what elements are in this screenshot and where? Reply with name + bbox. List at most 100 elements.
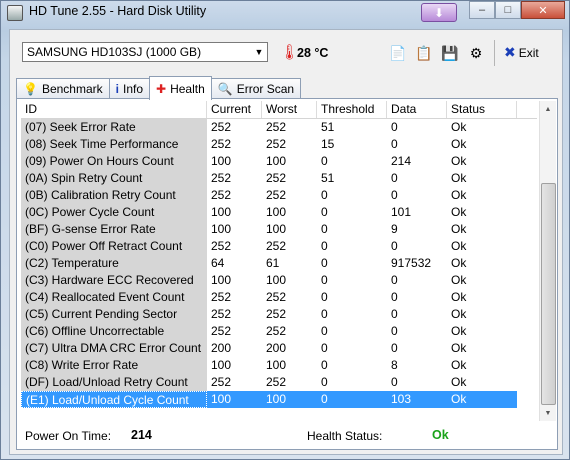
drive-select[interactable]: SAMSUNG HD103SJ (1000 GB) ▼ [22,42,268,62]
temperature-readout: 28 °C [297,46,329,60]
cell-worst: 100 [266,154,287,168]
copy-screenshot-icon[interactable]: 📋 [413,42,435,64]
cell-status: Ok [451,188,467,202]
app-window: HD Tune 2.55 - Hard Disk Utility ⬇ – □ ✕… [0,0,570,460]
table-row[interactable]: (C6) Offline Uncorrectable 252 252 0 0 Ok [21,323,537,340]
cell-current: 100 [211,205,232,219]
cell-status: Ok [451,290,467,304]
table-row[interactable]: (0B) Calibration Retry Count 252 252 0 0 Ok [21,187,537,204]
vertical-scrollbar[interactable]: ▲ ▼ [539,101,556,421]
cell-status: Ok [451,205,467,219]
cell-data: 0 [391,188,398,202]
cell-worst: 100 [266,205,287,219]
cell-worst: 252 [266,307,287,321]
minimize-button[interactable]: – [469,1,495,19]
app-icon [7,5,23,21]
table-row[interactable]: (C5) Current Pending Sector 252 252 0 0 Ok [21,306,537,323]
cell-status: Ok [447,391,517,408]
cell-threshold: 0 [321,205,328,219]
download-arrow-icon[interactable]: ⬇ [421,3,457,22]
copy-text-icon[interactable]: 📄 [387,42,409,64]
health-cross-icon: ✚ [156,81,167,96]
table-row[interactable]: (C2) Temperature 64 61 0 917532 Ok [21,255,537,272]
cell-current: 100 [211,273,232,287]
cell-current: 252 [211,290,232,304]
cell-threshold: 0 [321,188,328,202]
table-row[interactable]: (C3) Hardware ECC Recovered 100 100 0 0 Ok [21,272,537,289]
cell-status: Ok [451,307,467,321]
cell-data: 0 [391,137,398,151]
column-header-threshold[interactable]: Threshold [317,101,387,118]
cell-worst: 100 [266,273,287,287]
cell-current: 100 [211,358,232,372]
cell-data: 0 [391,375,398,389]
tab-health[interactable]: ✚ Health [149,76,212,100]
table-row[interactable]: (E1) Load/Unload Cycle Count 100 100 0 103 Ok [21,391,537,408]
column-header-data[interactable]: Data [387,101,447,118]
table-row[interactable]: (BF) G-sense Error Rate 100 100 0 9 Ok [21,221,537,238]
chevron-down-icon[interactable]: ▼ [251,47,267,57]
table-row[interactable]: (C0) Power Off Retract Count 252 252 0 0 Ok [21,238,537,255]
cell-status: Ok [451,324,467,338]
close-button[interactable]: ✕ [521,1,565,19]
column-header-status[interactable]: Status [447,101,517,118]
column-header-worst[interactable]: Worst [262,101,317,118]
exit-button[interactable]: ✖ Exit [504,44,539,61]
cell-worst: 100 [266,358,287,372]
table-row[interactable]: (0C) Power Cycle Count 100 100 0 101 Ok [21,204,537,221]
toolbar-separator [494,40,495,66]
info-icon: i [115,82,119,96]
cell-worst: 61 [266,256,280,270]
cell-threshold: 0 [321,324,328,338]
cell-id: (C2) Temperature [21,255,207,272]
cell-id: (07) Seek Error Rate [21,119,207,136]
table-row[interactable]: (08) Seek Time Performance 252 252 15 0 Ok [21,136,537,153]
cell-status: Ok [451,273,467,287]
table-row[interactable]: (C4) Reallocated Event Count 252 252 0 0 Ok [21,289,537,306]
cell-threshold: 15 [321,137,335,151]
table-row[interactable]: (07) Seek Error Rate 252 252 51 0 Ok [21,119,537,136]
tab-benchmark[interactable]: 💡 Benchmark [16,78,110,99]
table-row[interactable]: (0A) Spin Retry Count 252 252 51 0 Ok [21,170,537,187]
table-row[interactable]: (C7) Ultra DMA CRC Error Count 200 200 0 0 Ok [21,340,537,357]
cell-data: 0 [391,341,398,355]
tab-label: Health [170,81,205,96]
table-row[interactable]: (DF) Load/Unload Retry Count 252 252 0 0 Ok [21,374,537,391]
cell-worst: 252 [266,171,287,185]
cell-id: (C8) Write Error Rate [21,357,207,374]
maximize-button[interactable]: □ [495,1,521,19]
scroll-up-icon[interactable]: ▲ [540,101,556,117]
cell-current: 252 [211,239,232,253]
cell-status: Ok [451,222,467,236]
cell-threshold: 0 [321,307,328,321]
exit-label: Exit [518,45,539,60]
tab-error-scan[interactable]: 🔍 Error Scan [210,78,302,99]
cell-data: 9 [391,222,398,236]
cell-threshold: 0 [321,154,328,168]
table-body: (07) Seek Error Rate 252 252 51 0 Ok (08) Seek… [21,119,537,408]
cell-id: (E1) Load/Unload Cycle Count [21,391,207,408]
column-header-id[interactable]: ID [21,101,207,118]
tab-label: Info [123,82,144,96]
cell-current: 100 [207,391,262,408]
table-row[interactable]: (09) Power On Hours Count 100 100 0 214 Ok [21,153,537,170]
scroll-thumb[interactable] [541,183,556,405]
tab-info[interactable]: i Info [108,78,151,99]
cell-current: 252 [211,120,232,134]
save-icon[interactable]: 💾 [439,42,461,64]
cell-threshold: 51 [321,171,335,185]
client-area: SAMSUNG HD103SJ (1000 GB) ▼ 🌡 28 °C 📄 📋 … [9,29,563,455]
smart-table[interactable]: ID Current Worst Threshold Data Status (… [21,101,537,421]
cell-threshold: 0 [321,290,328,304]
scroll-down-icon[interactable]: ▼ [540,405,556,421]
cell-worst: 200 [266,341,287,355]
cell-status: Ok [451,375,467,389]
options-icon[interactable]: ⚙ [465,42,487,64]
cell-data: 0 [391,120,398,134]
column-header-current[interactable]: Current [207,101,262,118]
cell-id: (0A) Spin Retry Count [21,170,207,187]
table-row[interactable]: (C8) Write Error Rate 100 100 0 8 Ok [21,357,537,374]
cell-status: Ok [451,154,467,168]
cell-current: 252 [211,375,232,389]
cell-id: (C4) Reallocated Event Count [21,289,207,306]
